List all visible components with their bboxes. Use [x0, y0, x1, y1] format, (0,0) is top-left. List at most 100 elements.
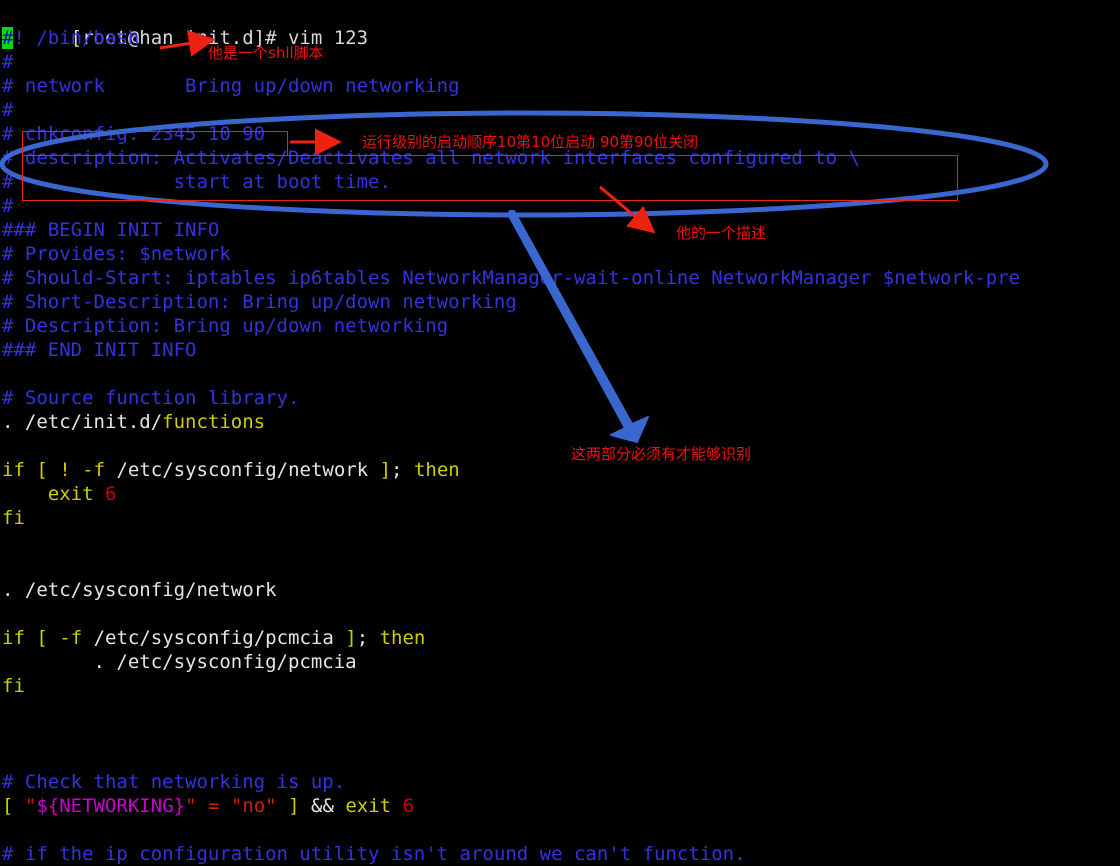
code-token: ! /bin/bash: [13, 27, 140, 49]
line-blank-3: [2, 530, 1120, 554]
code-token: -f: [59, 627, 83, 649]
line-check-networking-comment: # Check that networking is up.: [2, 770, 1120, 794]
code-token: ": [185, 795, 197, 817]
line-source-pcmcia: . /etc/sysconfig/pcmcia: [2, 650, 1120, 674]
code-token: then: [379, 627, 426, 649]
code-token: #: [2, 27, 14, 49]
line-source-comment: # Source function library.: [2, 386, 1120, 410]
line-should-start: # Should-Start: iptables ip6tables Netwo…: [2, 266, 1120, 290]
code-token: "no": [230, 795, 277, 817]
line-chkconfig: # chkconfig: 2345 10 90: [2, 122, 1120, 146]
code-token: ### BEGIN INIT INFO: [2, 219, 220, 241]
code-token: ;: [391, 459, 414, 481]
code-token: # Short-Description: Bring up/down netwo…: [2, 291, 517, 313]
line-short-description: # Short-Description: Bring up/down netwo…: [2, 290, 1120, 314]
line-end-init-info: ### END INIT INFO: [2, 338, 1120, 362]
code-token: if: [2, 459, 25, 481]
code-token: fi: [2, 675, 25, 697]
code-token: # start at boot time.: [2, 171, 391, 193]
line-blank-4: [2, 554, 1120, 578]
line-if-network: if [ ! -f /etc/sysconfig/network ]; then: [2, 458, 1120, 482]
code-token: [: [36, 627, 48, 649]
code-token: .: [2, 411, 25, 433]
line-description-info: # Description: Bring up/down networking: [2, 314, 1120, 338]
line-blank-7: [2, 722, 1120, 746]
line-blank-5: [2, 602, 1120, 626]
line-hash-1: #: [2, 50, 1120, 74]
code-token: /etc/sysconfig/network: [24, 579, 277, 601]
terminal-window: [root@han init.d]# vim 123 #! /bin/bash #…: [0, 0, 1120, 865]
code-token: -f: [82, 459, 106, 481]
code-token: /etc/init.d/: [24, 411, 163, 433]
shell-prompt-line: [root@han init.d]# vim 123: [2, 2, 1120, 49]
code-token: # chkconfig: 2345 10 90: [2, 123, 266, 145]
code-token: # Provides: $network: [2, 243, 231, 265]
code-token: !: [59, 459, 71, 481]
code-token: ]: [288, 795, 300, 817]
code-token: ${NETWORKING}: [36, 795, 186, 817]
code-token: # Source function library.: [2, 387, 300, 409]
code-token: if: [2, 627, 25, 649]
line-fi-1: fi: [2, 506, 1120, 530]
code-token: 6: [402, 795, 415, 817]
line-blank-6: [2, 698, 1120, 722]
code-token: 6: [104, 483, 117, 505]
line-description-1: # description: Activates/Deactivates all…: [2, 146, 1120, 170]
code-token: [: [36, 459, 48, 481]
script-source-lines: #! /bin/bash # # network Bring up/down net…: [2, 26, 1120, 866]
code-token: then: [413, 459, 460, 481]
line-blank-9: [2, 818, 1120, 842]
code-token: [: [2, 795, 14, 817]
line-source-network: . /etc/sysconfig/network: [2, 578, 1120, 602]
line-blank-2: [2, 434, 1120, 458]
code-token: ### END INIT INFO: [2, 339, 197, 361]
vim-buffer[interactable]: [root@han init.d]# vim 123 #! /bin/bash #…: [0, 0, 1120, 865]
code-token: #: [2, 51, 14, 73]
code-token: #: [2, 195, 14, 217]
code-token: # network Bring up/down networking: [2, 75, 460, 97]
line-hash-2: #: [2, 98, 1120, 122]
line-source-functions: . /etc/init.d/functions: [2, 410, 1120, 434]
line-fi-2: fi: [2, 674, 1120, 698]
code-token: exit: [345, 795, 392, 817]
line-exit-6-a: exit 6: [2, 482, 1120, 506]
code-token: ]: [345, 627, 357, 649]
line-description-2: # start at boot time.: [2, 170, 1120, 194]
code-token: # Check that networking is up.: [2, 771, 346, 793]
line-networking-test: [ "${NETWORKING}" = "no" ] && exit 6: [2, 794, 1120, 818]
line-if-pcmcia: if [ -f /etc/sysconfig/pcmcia ]; then: [2, 626, 1120, 650]
code-token: /etc/sysconfig/pcmcia: [116, 651, 357, 673]
line-blank-1: [2, 362, 1120, 386]
line-ip-config-comment: # if the ip configuration utility isn't …: [2, 842, 1120, 866]
code-token: ;: [356, 627, 380, 649]
code-token: ": [24, 795, 37, 817]
code-token: # if the ip configuration utility isn't …: [2, 843, 746, 865]
line-hash-3: #: [2, 194, 1120, 218]
code-token: &&: [311, 795, 334, 817]
code-token: #: [2, 99, 14, 121]
code-token: functions: [162, 411, 266, 433]
code-token: fi: [2, 507, 25, 529]
line-blank-8: [2, 746, 1120, 770]
